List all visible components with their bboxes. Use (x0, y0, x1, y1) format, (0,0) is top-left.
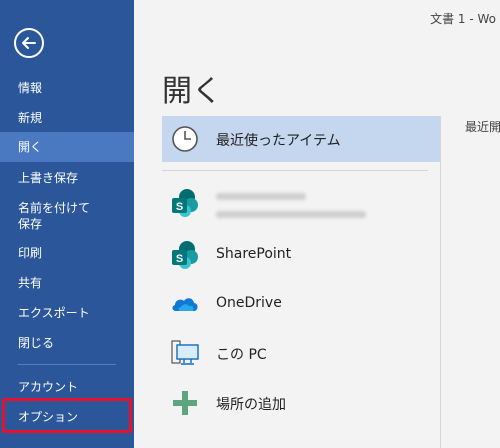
computer-icon (171, 340, 199, 365)
sidebar-item-info[interactable]: 情報 (0, 80, 134, 96)
sidebar-item-close[interactable]: 閉じる (0, 335, 134, 351)
location-label: OneDrive (216, 295, 282, 311)
blurred-site-url (216, 211, 366, 218)
sidebar-item-save[interactable]: 上書き保存 (0, 170, 134, 186)
back-button[interactable] (14, 28, 44, 58)
location-label: 最近使ったアイテム (216, 133, 341, 149)
options-highlight-box (2, 398, 132, 433)
cloud-icon (172, 298, 198, 311)
sidebar-item-account[interactable]: アカウント (0, 379, 134, 395)
backstage-view: 情報 新規 開く 上書き保存 名前を付けて 保存 印刷 共有 エクスポート 閉じ… (0, 0, 500, 448)
sidebar-item-print[interactable]: 印刷 (0, 245, 134, 261)
location-add-place[interactable]: 場所の追加 (162, 380, 441, 426)
recent-files-heading: 最近開 (465, 120, 500, 134)
svg-text:S: S (176, 201, 183, 213)
sidebar-item-save-as-line2: 保存 (18, 217, 43, 231)
sidebar: 情報 新規 開く 上書き保存 名前を付けて 保存 印刷 共有 エクスポート 閉じ… (0, 0, 134, 448)
plus-icon (173, 391, 197, 415)
sharepoint-icon: S (172, 189, 198, 217)
location-sharepoint-site[interactable]: S (162, 180, 441, 226)
sidebar-item-open[interactable]: 開く (0, 132, 134, 162)
sharepoint-icon: S (172, 241, 198, 269)
back-arrow-icon (22, 37, 36, 49)
column-divider (440, 116, 441, 448)
sidebar-item-save-as[interactable]: 名前を付けて 保存 (0, 200, 134, 232)
location-sharepoint[interactable]: S SharePoint (162, 232, 441, 278)
sidebar-divider (18, 364, 116, 365)
clock-icon (172, 126, 198, 152)
main-panel: 文書 1 - Wo 開く 最近使ったアイテム S S SharePoint On… (134, 0, 500, 448)
sidebar-item-save-as-line1: 名前を付けて (18, 201, 91, 215)
blurred-site-name (216, 193, 306, 200)
sidebar-item-share[interactable]: 共有 (0, 275, 134, 291)
location-divider (162, 170, 428, 171)
svg-text:S: S (176, 253, 183, 265)
sidebar-item-new[interactable]: 新規 (0, 110, 134, 126)
page-title: 開く (162, 74, 222, 109)
location-label: SharePoint (216, 246, 292, 262)
location-onedrive[interactable]: OneDrive (162, 281, 441, 327)
location-label: この PC (216, 347, 267, 363)
location-recent[interactable]: 最近使ったアイテム (162, 116, 441, 162)
sidebar-item-export[interactable]: エクスポート (0, 305, 134, 321)
location-label: 場所の追加 (216, 397, 286, 413)
window-title: 文書 1 - Wo (430, 12, 496, 26)
location-this-pc[interactable]: この PC (162, 330, 441, 376)
